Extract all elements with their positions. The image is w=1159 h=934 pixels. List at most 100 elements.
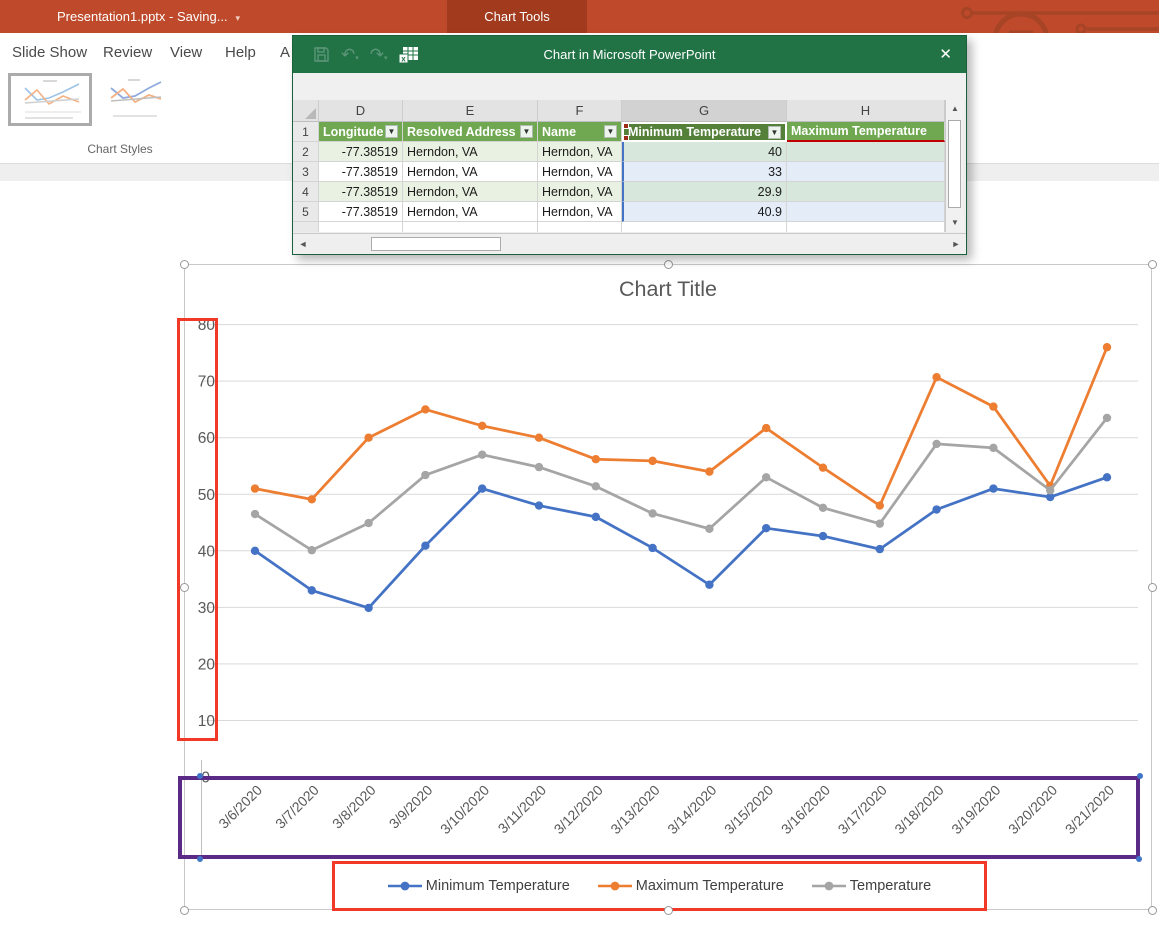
row-header-2[interactable]: 2 [293, 142, 319, 162]
data-point [478, 450, 486, 458]
data-point [421, 542, 429, 550]
cell[interactable]: Herndon, VA [403, 142, 538, 162]
data-point [592, 455, 600, 463]
chart-tools-context-tab[interactable]: Chart Tools [447, 0, 587, 33]
selection-handle[interactable] [664, 260, 673, 269]
data-point [819, 504, 827, 512]
vertical-scroll-thumb[interactable] [948, 120, 961, 208]
cell[interactable]: -77.38519 [319, 142, 403, 162]
scroll-right-icon[interactable]: ► [948, 236, 964, 252]
cell[interactable]: 29.9 [622, 182, 787, 202]
cell[interactable] [319, 222, 403, 232]
chart-styles-group-label: Chart Styles [0, 142, 240, 156]
cell[interactable]: Herndon, VA [403, 182, 538, 202]
data-point [648, 509, 656, 517]
column-header-H[interactable]: H [787, 100, 945, 122]
data-point [819, 463, 827, 471]
cell[interactable]: Herndon, VA [403, 202, 538, 222]
data-point [876, 519, 884, 527]
cell[interactable]: -77.38519 [319, 202, 403, 222]
row-header-5[interactable]: 5 [293, 202, 319, 222]
data-point [592, 482, 600, 490]
scroll-down-icon[interactable]: ▼ [946, 214, 964, 232]
axis-selection-dot [197, 773, 203, 779]
cell[interactable] [538, 222, 622, 232]
excel-titlebar[interactable]: ↶▾ ↷▾ x Chart in Microsoft PowerPoint ✕ [293, 36, 966, 73]
data-point [876, 501, 884, 509]
table-header-cell[interactable]: Minimum Temperature▼ [622, 122, 787, 142]
axis-selection-dot [1136, 856, 1142, 862]
selection-handle[interactable] [180, 583, 189, 592]
axis-selection-dot [1137, 773, 1143, 779]
app-titlebar: Presentation1.pptx - Saving...▾ Chart To… [0, 0, 1159, 33]
tab-review[interactable]: Review [103, 33, 152, 72]
table-header-cell[interactable]: Name▼ [538, 122, 622, 142]
titlebar-decoration [959, 0, 1159, 33]
select-all-corner[interactable] [293, 100, 319, 122]
row-header-3[interactable]: 3 [293, 162, 319, 182]
cell[interactable]: Herndon, VA [538, 202, 622, 222]
cell[interactable]: 40.9 [622, 202, 787, 222]
column-header-D[interactable]: D [319, 100, 403, 122]
scroll-left-icon[interactable]: ◄ [295, 236, 311, 252]
chart-style-thumbnail[interactable] [101, 76, 170, 123]
scroll-up-icon[interactable]: ▲ [946, 100, 964, 118]
cell[interactable] [403, 222, 538, 232]
data-point [592, 513, 600, 521]
data-point [876, 545, 884, 553]
tab-slide-show[interactable]: Slide Show [12, 33, 87, 72]
cell[interactable]: -77.38519 [319, 162, 403, 182]
filter-dropdown-icon[interactable]: ▼ [520, 125, 533, 138]
tab-truncated[interactable]: A [280, 33, 290, 72]
cell[interactable]: Herndon, VA [403, 162, 538, 182]
filter-dropdown-icon[interactable]: ▼ [385, 125, 398, 138]
tab-help[interactable]: Help [225, 33, 256, 72]
row-header-4[interactable]: 4 [293, 182, 319, 202]
cell[interactable]: 40 [622, 142, 787, 162]
column-header-G[interactable]: G [622, 100, 787, 122]
table-header-cell[interactable]: Longitude▼ [319, 122, 403, 142]
x-axis-highlight-box [178, 776, 1140, 859]
data-point [819, 532, 827, 540]
spreadsheet-grid: DEFGH 1Longitude▼Resolved Address▼Name▼Mi… [293, 100, 945, 232]
cell[interactable] [787, 182, 945, 202]
horizontal-scrollbar[interactable]: ◄ ► [293, 233, 966, 254]
filter-dropdown-icon[interactable]: ▼ [604, 125, 617, 138]
close-icon[interactable]: ✕ [939, 36, 952, 73]
cell[interactable]: Herndon, VA [538, 142, 622, 162]
column-header-F[interactable]: F [538, 100, 622, 122]
autosave-caret-icon[interactable]: ▾ [236, 13, 241, 23]
cell[interactable] [787, 222, 945, 232]
cell[interactable] [787, 162, 945, 182]
cell[interactable]: Herndon, VA [538, 162, 622, 182]
excel-data-window: ↶▾ ↷▾ x Chart in Microsoft PowerPoint ✕ … [292, 35, 967, 255]
data-point [932, 505, 940, 513]
data-point [648, 544, 656, 552]
cell[interactable]: -77.38519 [319, 182, 403, 202]
vertical-scrollbar[interactable]: ▲ ▼ [945, 100, 963, 232]
chart-style-thumbnail-selected[interactable] [8, 73, 92, 126]
selection-handle[interactable] [180, 260, 189, 269]
cell[interactable] [787, 142, 945, 162]
selection-handle[interactable] [1148, 583, 1157, 592]
tab-view[interactable]: View [170, 33, 202, 72]
selection-handle[interactable] [1148, 906, 1157, 915]
selection-handle[interactable] [1148, 260, 1157, 269]
table-header-cell[interactable]: Resolved Address▼ [403, 122, 538, 142]
filter-dropdown-icon[interactable]: ▼ [768, 126, 781, 139]
horizontal-scroll-thumb[interactable] [371, 237, 501, 251]
row-header-1[interactable]: 1 [293, 122, 319, 142]
cell[interactable] [787, 202, 945, 222]
cell[interactable]: 33 [622, 162, 787, 182]
cell[interactable]: Herndon, VA [538, 182, 622, 202]
column-header-E[interactable]: E [403, 100, 538, 122]
data-point [1103, 343, 1111, 351]
selection-handle[interactable] [180, 906, 189, 915]
data-point [762, 424, 770, 432]
selection-handle[interactable] [664, 906, 673, 915]
data-point [308, 546, 316, 554]
row-header-6[interactable] [293, 222, 319, 232]
data-point [308, 495, 316, 503]
table-header-cell[interactable]: Maximum Temperature [787, 122, 945, 142]
cell[interactable] [622, 222, 787, 232]
